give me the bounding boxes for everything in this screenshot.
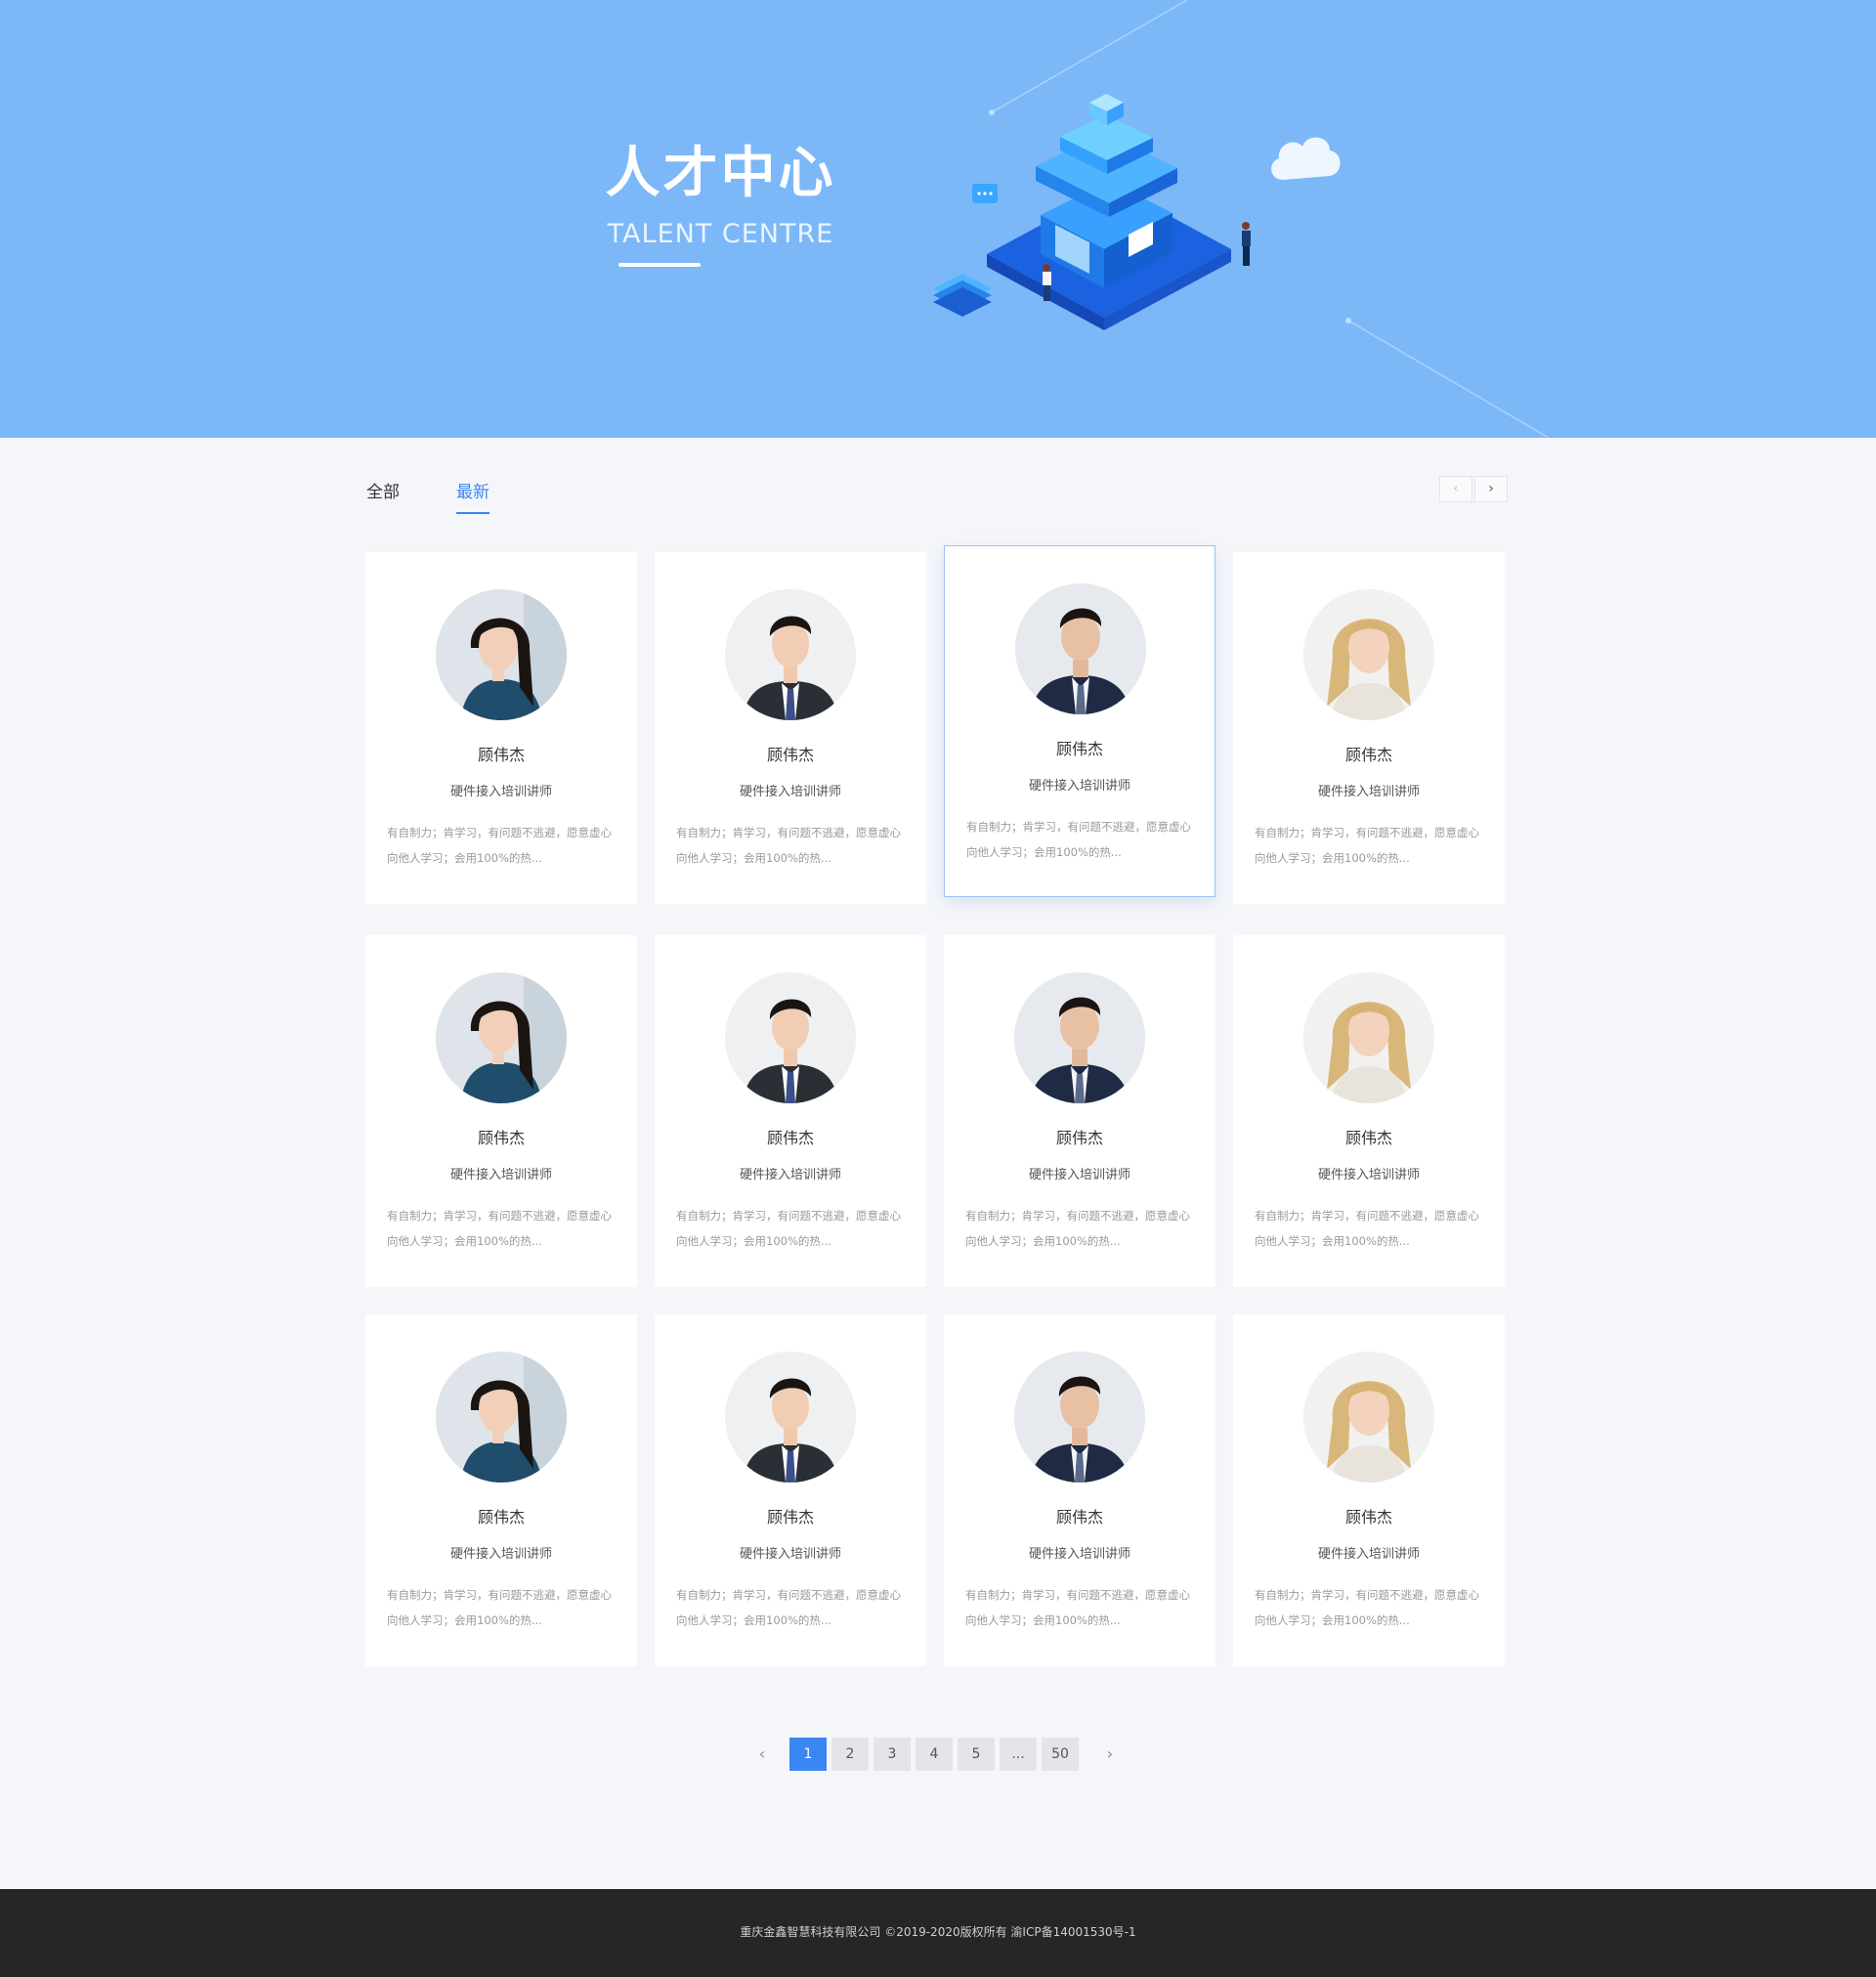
talent-card[interactable]: 顾伟杰硬件接入培训讲师有自制力；肯学习，有问题不逃避，愿意虚心向他人学习；会用1… (365, 1314, 637, 1666)
talent-description: 有自制力；肯学习，有问题不逃避，愿意虚心向他人学习；会用100%的热... (387, 1209, 612, 1248)
talent-name: 顾伟杰 (477, 1129, 525, 1147)
talent-card[interactable]: 顾伟杰硬件接入培训讲师有自制力；肯学习，有问题不逃避，愿意虚心向他人学习；会用1… (1233, 1314, 1505, 1666)
page-subtitle: TALENT CENTRE (607, 219, 834, 249)
avatar (725, 1352, 856, 1483)
talent-title: 硬件接入培训讲师 (1028, 1168, 1130, 1182)
talent-name: 顾伟杰 (1344, 1508, 1392, 1526)
talent-description: 有自制力；肯学习，有问题不逃避，愿意虚心向他人学习；会用100%的热... (676, 1209, 901, 1248)
talent-card[interactable]: 顾伟杰硬件接入培训讲师有自制力；肯学习，有问题不逃避，愿意虚心向他人学习；会用1… (365, 935, 637, 1287)
footer-copyright: 重庆金鑫智慧科技有限公司 ©2019-2020版权所有 渝ICP备1400153… (740, 1925, 1136, 1939)
carousel-arrows: ‹ › (1439, 476, 1510, 503)
talent-title: 硬件接入培训讲师 (449, 1168, 552, 1182)
hero-banner: 人才中心 TALENT CENTRE (0, 0, 1876, 438)
talent-description: 有自制力；肯学习，有问题不逃避，愿意虚心向他人学习；会用100%的热... (965, 1209, 1190, 1248)
talent-card[interactable]: 顾伟杰硬件接入培训讲师有自制力；肯学习，有问题不逃避，愿意虚心向他人学习；会用1… (1233, 552, 1505, 904)
talent-description: 有自制力；肯学习，有问题不逃避，愿意虚心向他人学习；会用100%的热... (676, 826, 901, 865)
prev-arrow-button[interactable]: ‹ (1439, 476, 1472, 502)
talent-title: 硬件接入培训讲师 (1317, 1168, 1420, 1182)
talent-name: 顾伟杰 (766, 1129, 814, 1147)
cloud-icon (1271, 137, 1341, 180)
talent-title: 硬件接入培训讲师 (449, 785, 552, 799)
pagination-next-button[interactable]: › (1100, 1738, 1120, 1771)
talent-description: 有自制力；肯学习，有问题不逃避，愿意虚心向他人学习；会用100%的热... (1255, 1588, 1479, 1627)
avatar (1015, 583, 1146, 714)
talent-name: 顾伟杰 (1055, 1508, 1103, 1526)
avatar (725, 972, 856, 1103)
talent-card[interactable]: 顾伟杰硬件接入培训讲师有自制力；肯学习，有问题不逃避，愿意虚心向他人学习；会用1… (365, 552, 637, 904)
talent-title: 硬件接入培训讲师 (739, 785, 841, 799)
avatar (436, 589, 567, 720)
pagination-prev-button[interactable]: ‹ (752, 1738, 772, 1771)
talent-name: 顾伟杰 (766, 746, 814, 764)
talent-description: 有自制力；肯学习，有问题不逃避，愿意虚心向他人学习；会用100%的热... (965, 1588, 1190, 1627)
isometric-building-illustration (933, 94, 1251, 330)
avatar (1303, 589, 1434, 720)
talent-description: 有自制力；肯学习，有问题不逃避，愿意虚心向他人学习；会用100%的热... (387, 826, 612, 865)
talent-title: 硬件接入培训讲师 (1028, 779, 1130, 794)
talent-title: 硬件接入培训讲师 (1317, 785, 1420, 799)
page-button[interactable]: ... (1000, 1738, 1037, 1771)
talent-description: 有自制力；肯学习，有问题不逃避，愿意虚心向他人学习；会用100%的热... (676, 1588, 901, 1627)
talent-description: 有自制力；肯学习，有问题不逃避，愿意虚心向他人学习；会用100%的热... (1255, 1209, 1479, 1248)
page-button[interactable]: 2 (831, 1738, 869, 1771)
talent-description: 有自制力；肯学习，有问题不逃避，愿意虚心向他人学习；会用100%的热... (387, 1588, 612, 1627)
talent-card[interactable]: 顾伟杰硬件接入培训讲师有自制力；肯学习，有问题不逃避，愿意虚心向他人学习；会用1… (655, 935, 926, 1287)
avatar (1014, 972, 1145, 1103)
avatar (436, 972, 567, 1103)
talent-description: 有自制力；肯学习，有问题不逃避，愿意虚心向他人学习；会用100%的热... (1255, 826, 1479, 865)
talent-card[interactable]: 顾伟杰硬件接入培训讲师有自制力；肯学习，有问题不逃避，愿意虚心向他人学习；会用1… (944, 935, 1215, 1287)
talent-name: 顾伟杰 (477, 1508, 525, 1526)
tab-latest[interactable]: 最新 (456, 479, 490, 514)
footer: 重庆金鑫智慧科技有限公司 ©2019-2020版权所有 渝ICP备1400153… (0, 1889, 1876, 1977)
talent-name: 顾伟杰 (477, 746, 525, 764)
page-button[interactable]: 50 (1042, 1738, 1079, 1771)
talent-name: 顾伟杰 (1055, 740, 1103, 758)
page-title: 人才中心 (605, 142, 836, 205)
talent-card[interactable]: 顾伟杰硬件接入培训讲师有自制力；肯学习，有问题不逃避，愿意虚心向他人学习；会用1… (655, 552, 926, 904)
page-button[interactable]: 4 (916, 1738, 953, 1771)
avatar (1303, 972, 1434, 1103)
talent-description: 有自制力；肯学习，有问题不逃避，愿意虚心向他人学习；会用100%的热... (966, 820, 1191, 859)
talent-title: 硬件接入培训讲师 (449, 1547, 552, 1562)
talent-name: 顾伟杰 (1344, 746, 1392, 764)
talent-card[interactable]: 顾伟杰硬件接入培训讲师有自制力；肯学习，有问题不逃避，愿意虚心向他人学习；会用1… (944, 545, 1215, 897)
talent-name: 顾伟杰 (1344, 1129, 1392, 1147)
talent-title: 硬件接入培训讲师 (1028, 1547, 1130, 1562)
avatar (436, 1352, 567, 1483)
talent-title: 硬件接入培训讲师 (739, 1168, 841, 1182)
talent-name: 顾伟杰 (1055, 1129, 1103, 1147)
tab-all[interactable]: 全部 (366, 479, 400, 506)
talent-card[interactable]: 顾伟杰硬件接入培训讲师有自制力；肯学习，有问题不逃避，愿意虚心向他人学习；会用1… (944, 1314, 1215, 1666)
avatar (1303, 1352, 1434, 1483)
talent-card[interactable]: 顾伟杰硬件接入培训讲师有自制力；肯学习，有问题不逃避，愿意虚心向他人学习；会用1… (1233, 935, 1505, 1287)
page-button[interactable]: 3 (874, 1738, 911, 1771)
talent-title: 硬件接入培训讲师 (739, 1547, 841, 1562)
pagination: ‹ 1 2 3 4 5... 50 › (752, 1738, 1124, 1771)
next-arrow-button[interactable]: › (1474, 476, 1508, 502)
page-button[interactable]: 5 (958, 1738, 995, 1771)
talent-name: 顾伟杰 (766, 1508, 814, 1526)
talent-card[interactable]: 顾伟杰硬件接入培训讲师有自制力；肯学习，有问题不逃避，愿意虚心向他人学习；会用1… (655, 1314, 926, 1666)
title-underline (618, 263, 701, 267)
page-button[interactable]: 1 (789, 1738, 827, 1771)
avatar (1014, 1352, 1145, 1483)
avatar (725, 589, 856, 720)
talent-title: 硬件接入培训讲师 (1317, 1547, 1420, 1562)
